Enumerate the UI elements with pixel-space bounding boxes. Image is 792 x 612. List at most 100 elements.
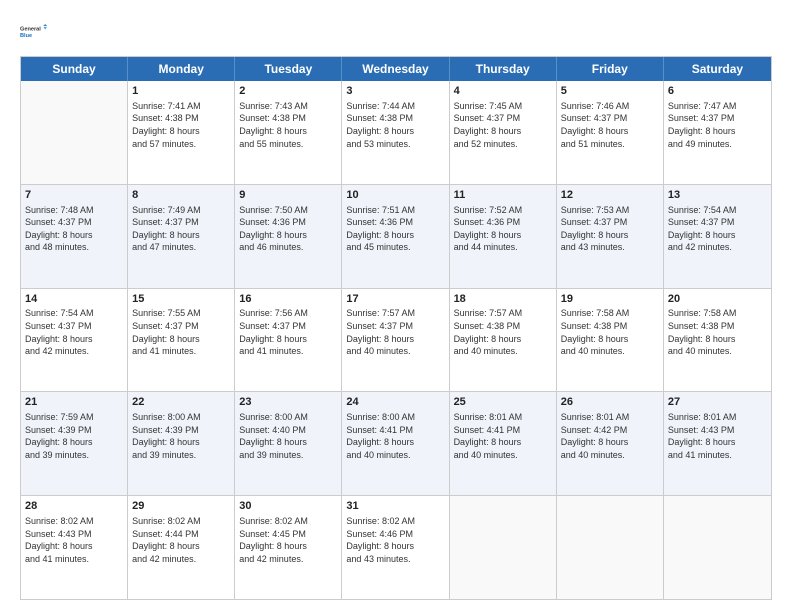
day-cell-22: 22Sunrise: 8:00 AM Sunset: 4:39 PM Dayli… xyxy=(128,392,235,495)
day-info: Sunrise: 7:57 AM Sunset: 4:38 PM Dayligh… xyxy=(454,307,552,357)
day-info: Sunrise: 8:00 AM Sunset: 4:41 PM Dayligh… xyxy=(346,411,444,461)
day-number: 11 xyxy=(454,188,552,203)
calendar-week-1: 1Sunrise: 7:41 AM Sunset: 4:38 PM Daylig… xyxy=(21,81,771,185)
day-info: Sunrise: 7:41 AM Sunset: 4:38 PM Dayligh… xyxy=(132,100,230,150)
header-day-wednesday: Wednesday xyxy=(342,57,449,81)
header-day-monday: Monday xyxy=(128,57,235,81)
day-number: 19 xyxy=(561,292,659,307)
day-number: 9 xyxy=(239,188,337,203)
calendar-week-3: 14Sunrise: 7:54 AM Sunset: 4:37 PM Dayli… xyxy=(21,289,771,393)
day-info: Sunrise: 7:43 AM Sunset: 4:38 PM Dayligh… xyxy=(239,100,337,150)
day-number: 8 xyxy=(132,188,230,203)
day-cell-2: 2Sunrise: 7:43 AM Sunset: 4:38 PM Daylig… xyxy=(235,81,342,184)
day-cell-23: 23Sunrise: 8:00 AM Sunset: 4:40 PM Dayli… xyxy=(235,392,342,495)
day-number: 22 xyxy=(132,395,230,410)
day-info: Sunrise: 7:54 AM Sunset: 4:37 PM Dayligh… xyxy=(25,307,123,357)
day-number: 26 xyxy=(561,395,659,410)
day-cell-21: 21Sunrise: 7:59 AM Sunset: 4:39 PM Dayli… xyxy=(21,392,128,495)
day-cell-31: 31Sunrise: 8:02 AM Sunset: 4:46 PM Dayli… xyxy=(342,496,449,599)
day-cell-12: 12Sunrise: 7:53 AM Sunset: 4:37 PM Dayli… xyxy=(557,185,664,288)
day-number: 7 xyxy=(25,188,123,203)
header-day-saturday: Saturday xyxy=(664,57,771,81)
day-info: Sunrise: 7:48 AM Sunset: 4:37 PM Dayligh… xyxy=(25,204,123,254)
day-number: 18 xyxy=(454,292,552,307)
day-info: Sunrise: 7:58 AM Sunset: 4:38 PM Dayligh… xyxy=(561,307,659,357)
day-cell-15: 15Sunrise: 7:55 AM Sunset: 4:37 PM Dayli… xyxy=(128,289,235,392)
day-number: 16 xyxy=(239,292,337,307)
day-cell-11: 11Sunrise: 7:52 AM Sunset: 4:36 PM Dayli… xyxy=(450,185,557,288)
day-info: Sunrise: 7:59 AM Sunset: 4:39 PM Dayligh… xyxy=(25,411,123,461)
svg-text:Blue: Blue xyxy=(20,33,32,39)
day-info: Sunrise: 8:02 AM Sunset: 4:44 PM Dayligh… xyxy=(132,515,230,565)
day-cell-17: 17Sunrise: 7:57 AM Sunset: 4:37 PM Dayli… xyxy=(342,289,449,392)
day-info: Sunrise: 7:45 AM Sunset: 4:37 PM Dayligh… xyxy=(454,100,552,150)
day-number: 28 xyxy=(25,499,123,514)
day-number: 29 xyxy=(132,499,230,514)
day-number: 31 xyxy=(346,499,444,514)
day-info: Sunrise: 8:02 AM Sunset: 4:43 PM Dayligh… xyxy=(25,515,123,565)
logo: General Blue xyxy=(20,18,48,46)
day-cell-18: 18Sunrise: 7:57 AM Sunset: 4:38 PM Dayli… xyxy=(450,289,557,392)
calendar-week-4: 21Sunrise: 7:59 AM Sunset: 4:39 PM Dayli… xyxy=(21,392,771,496)
day-cell-16: 16Sunrise: 7:56 AM Sunset: 4:37 PM Dayli… xyxy=(235,289,342,392)
day-number: 2 xyxy=(239,84,337,99)
day-cell-14: 14Sunrise: 7:54 AM Sunset: 4:37 PM Dayli… xyxy=(21,289,128,392)
day-number: 1 xyxy=(132,84,230,99)
day-number: 20 xyxy=(668,292,767,307)
day-info: Sunrise: 7:54 AM Sunset: 4:37 PM Dayligh… xyxy=(668,204,767,254)
day-info: Sunrise: 8:01 AM Sunset: 4:42 PM Dayligh… xyxy=(561,411,659,461)
day-cell-29: 29Sunrise: 8:02 AM Sunset: 4:44 PM Dayli… xyxy=(128,496,235,599)
day-cell-28: 28Sunrise: 8:02 AM Sunset: 4:43 PM Dayli… xyxy=(21,496,128,599)
day-info: Sunrise: 8:00 AM Sunset: 4:39 PM Dayligh… xyxy=(132,411,230,461)
day-cell-27: 27Sunrise: 8:01 AM Sunset: 4:43 PM Dayli… xyxy=(664,392,771,495)
day-number: 12 xyxy=(561,188,659,203)
header-day-sunday: Sunday xyxy=(21,57,128,81)
day-number: 23 xyxy=(239,395,337,410)
day-number: 17 xyxy=(346,292,444,307)
day-info: Sunrise: 8:01 AM Sunset: 4:43 PM Dayligh… xyxy=(668,411,767,461)
day-info: Sunrise: 7:55 AM Sunset: 4:37 PM Dayligh… xyxy=(132,307,230,357)
empty-cell xyxy=(21,81,128,184)
day-info: Sunrise: 7:47 AM Sunset: 4:37 PM Dayligh… xyxy=(668,100,767,150)
day-cell-20: 20Sunrise: 7:58 AM Sunset: 4:38 PM Dayli… xyxy=(664,289,771,392)
day-number: 4 xyxy=(454,84,552,99)
day-number: 10 xyxy=(346,188,444,203)
day-number: 5 xyxy=(561,84,659,99)
day-cell-24: 24Sunrise: 8:00 AM Sunset: 4:41 PM Dayli… xyxy=(342,392,449,495)
header-day-friday: Friday xyxy=(557,57,664,81)
calendar-week-2: 7Sunrise: 7:48 AM Sunset: 4:37 PM Daylig… xyxy=(21,185,771,289)
calendar-header: SundayMondayTuesdayWednesdayThursdayFrid… xyxy=(21,57,771,81)
day-number: 13 xyxy=(668,188,767,203)
day-number: 21 xyxy=(25,395,123,410)
day-number: 27 xyxy=(668,395,767,410)
calendar-week-5: 28Sunrise: 8:02 AM Sunset: 4:43 PM Dayli… xyxy=(21,496,771,599)
day-cell-5: 5Sunrise: 7:46 AM Sunset: 4:37 PM Daylig… xyxy=(557,81,664,184)
day-cell-6: 6Sunrise: 7:47 AM Sunset: 4:37 PM Daylig… xyxy=(664,81,771,184)
calendar-body: 1Sunrise: 7:41 AM Sunset: 4:38 PM Daylig… xyxy=(21,81,771,599)
header-day-tuesday: Tuesday xyxy=(235,57,342,81)
header: General Blue xyxy=(20,18,772,46)
header-day-thursday: Thursday xyxy=(450,57,557,81)
day-info: Sunrise: 7:53 AM Sunset: 4:37 PM Dayligh… xyxy=(561,204,659,254)
day-info: Sunrise: 7:58 AM Sunset: 4:38 PM Dayligh… xyxy=(668,307,767,357)
day-cell-4: 4Sunrise: 7:45 AM Sunset: 4:37 PM Daylig… xyxy=(450,81,557,184)
day-info: Sunrise: 8:02 AM Sunset: 4:45 PM Dayligh… xyxy=(239,515,337,565)
day-cell-19: 19Sunrise: 7:58 AM Sunset: 4:38 PM Dayli… xyxy=(557,289,664,392)
day-cell-30: 30Sunrise: 8:02 AM Sunset: 4:45 PM Dayli… xyxy=(235,496,342,599)
empty-cell xyxy=(664,496,771,599)
day-cell-9: 9Sunrise: 7:50 AM Sunset: 4:36 PM Daylig… xyxy=(235,185,342,288)
day-cell-25: 25Sunrise: 8:01 AM Sunset: 4:41 PM Dayli… xyxy=(450,392,557,495)
day-cell-7: 7Sunrise: 7:48 AM Sunset: 4:37 PM Daylig… xyxy=(21,185,128,288)
day-cell-13: 13Sunrise: 7:54 AM Sunset: 4:37 PM Dayli… xyxy=(664,185,771,288)
day-info: Sunrise: 7:49 AM Sunset: 4:37 PM Dayligh… xyxy=(132,204,230,254)
day-number: 25 xyxy=(454,395,552,410)
day-number: 15 xyxy=(132,292,230,307)
day-cell-8: 8Sunrise: 7:49 AM Sunset: 4:37 PM Daylig… xyxy=(128,185,235,288)
day-info: Sunrise: 7:57 AM Sunset: 4:37 PM Dayligh… xyxy=(346,307,444,357)
day-cell-1: 1Sunrise: 7:41 AM Sunset: 4:38 PM Daylig… xyxy=(128,81,235,184)
day-number: 30 xyxy=(239,499,337,514)
calendar: SundayMondayTuesdayWednesdayThursdayFrid… xyxy=(20,56,772,600)
day-cell-3: 3Sunrise: 7:44 AM Sunset: 4:38 PM Daylig… xyxy=(342,81,449,184)
day-info: Sunrise: 7:46 AM Sunset: 4:37 PM Dayligh… xyxy=(561,100,659,150)
svg-text:General: General xyxy=(20,27,41,33)
